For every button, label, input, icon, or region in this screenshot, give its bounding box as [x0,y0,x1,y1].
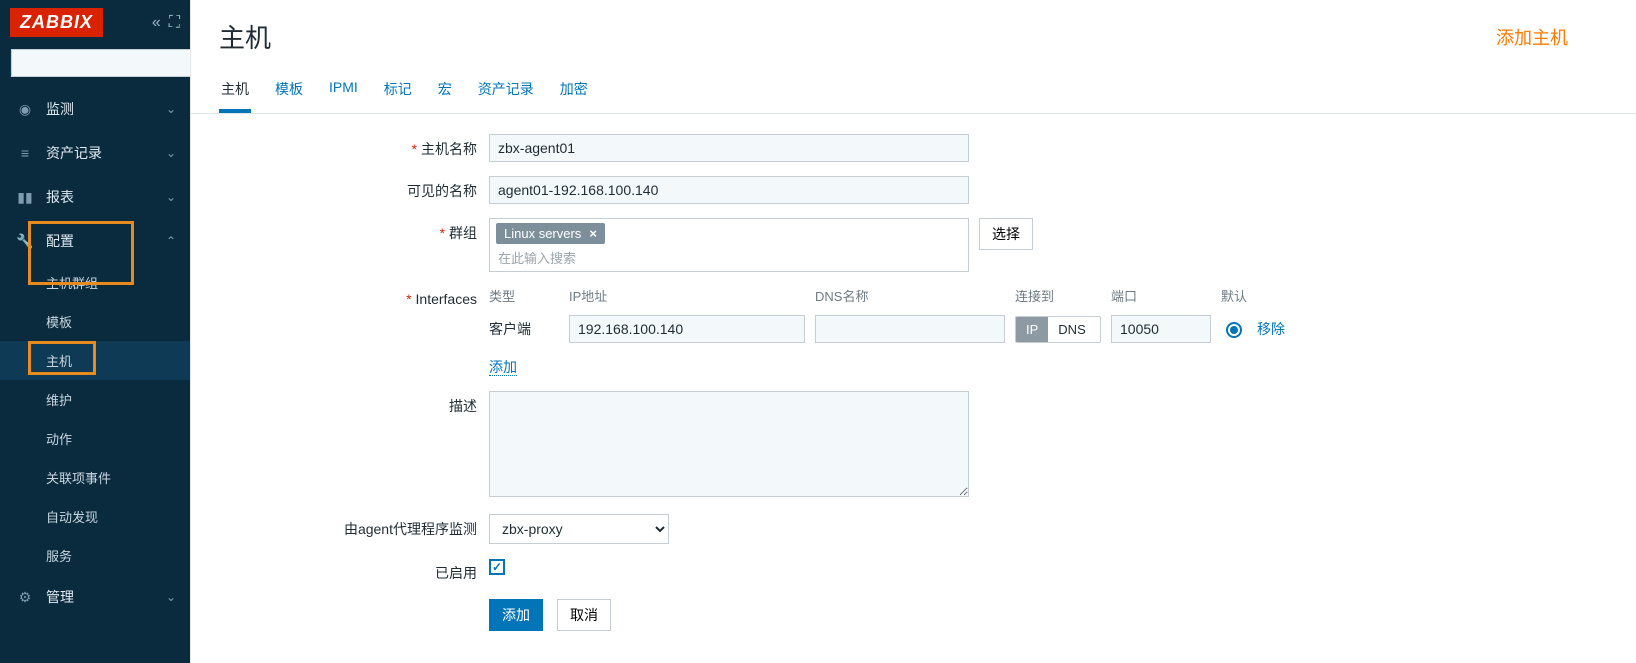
gear-icon: ⚙ [14,589,36,606]
section-label: 管理 [46,587,166,607]
group-tag-label: Linux servers [504,226,581,241]
search-input[interactable] [11,49,210,77]
add-interface-link[interactable]: 添加 [489,359,517,376]
sidebar-item-correlation[interactable]: 关联项事件 [0,458,190,497]
sidebar-section-monitoring[interactable]: ◉ 监测 ⌄ [0,87,190,131]
groups-placeholder: 在此输入搜索 [496,244,962,269]
interfaces-header: 类型 IP地址 DNS名称 连接到 端口 默认 [489,286,1307,311]
sidebar-item-hosts[interactable]: 主机 [0,341,190,380]
col-dns: DNS名称 [815,286,1015,305]
select-groups-button[interactable]: 选择 [979,218,1033,250]
tab-ipmi[interactable]: IPMI [327,73,360,113]
col-type: 类型 [489,286,569,305]
groups-multiselect[interactable]: Linux servers × 在此输入搜索 [489,218,969,272]
sidebar-section-inventory[interactable]: ≡ 资产记录 ⌄ [0,131,190,175]
chevron-down-icon: ⌄ [166,190,176,204]
connect-to-toggle[interactable]: IP DNS [1015,316,1101,343]
default-iface-radio[interactable] [1226,322,1242,338]
collapse-icon[interactable]: « [152,14,161,32]
tab-bar: 主机 模板 IPMI 标记 宏 资产记录 加密 [191,63,1636,114]
section-label: 资产记录 [46,143,166,163]
list-icon: ≡ [14,145,36,161]
sidebar: ZABBIX « ⛶ 🔍 ◉ 监测 ⌄ ≡ 资产记录 ⌄ ▮▮ 报表 ⌄ [0,0,190,663]
label-enabled: 已启用 [435,565,477,581]
chevron-down-icon: ⌄ [166,590,176,604]
label-host-name: 主机名称 [421,141,477,157]
tab-host[interactable]: 主机 [219,73,251,113]
visible-name-input[interactable] [489,176,969,204]
label-visible-name: 可见的名称 [407,183,477,199]
sidebar-item-maintenance[interactable]: 维护 [0,380,190,419]
connect-to-dns[interactable]: DNS [1048,317,1095,342]
description-textarea[interactable] [489,391,969,497]
add-button[interactable]: 添加 [489,599,543,631]
col-conn: 连接到 [1015,286,1111,305]
enabled-checkbox[interactable]: ✓ [489,559,505,575]
col-default: 默认 [1221,286,1257,305]
tab-encryption[interactable]: 加密 [558,73,590,113]
fullscreen-icon[interactable]: ⛶ [169,14,180,32]
label-groups: 群组 [449,225,477,241]
sidebar-section-reports[interactable]: ▮▮ 报表 ⌄ [0,175,190,219]
iface-ip-input[interactable] [569,315,805,343]
connect-to-ip[interactable]: IP [1016,317,1048,342]
sidebar-item-services[interactable]: 服务 [0,536,190,575]
bar-chart-icon: ▮▮ [14,189,36,206]
label-interfaces: Interfaces [416,291,477,307]
section-label: 报表 [46,187,166,207]
host-name-input[interactable] [489,134,969,162]
sidebar-section-configuration[interactable]: 🔧 配置 ⌃ [0,219,190,263]
tab-inventory[interactable]: 资产记录 [476,73,536,113]
iface-type: 客户端 [489,319,569,339]
sidebar-section-admin[interactable]: ⚙ 管理 ⌄ [0,575,190,619]
tab-tags[interactable]: 标记 [382,73,414,113]
proxy-select[interactable]: zbx-proxy [489,514,669,544]
remove-iface-link[interactable]: 移除 [1257,321,1285,337]
tab-templates[interactable]: 模板 [273,73,305,113]
iface-dns-input[interactable] [815,315,1005,343]
label-monitored-by: 由agent代理程序监测 [344,521,477,537]
cancel-button[interactable]: 取消 [557,599,611,631]
wrench-icon: 🔧 [14,233,36,250]
section-label: 配置 [46,231,166,251]
remove-tag-icon[interactable]: × [589,226,597,241]
sidebar-item-templates[interactable]: 模板 [0,302,190,341]
chevron-up-icon: ⌃ [166,234,176,248]
section-label: 监测 [46,99,166,119]
chevron-down-icon: ⌄ [166,146,176,160]
tab-macros[interactable]: 宏 [436,73,454,113]
brand-logo: ZABBIX [10,8,103,37]
col-port: 端口 [1111,286,1221,305]
sidebar-item-discovery[interactable]: 自动发现 [0,497,190,536]
sidebar-item-actions[interactable]: 动作 [0,419,190,458]
interface-row: 客户端 IP DNS 移除 [489,311,1307,347]
sidebar-item-hostgroups[interactable]: 主机群组 [0,263,190,302]
iface-port-input[interactable] [1111,315,1211,343]
chevron-down-icon: ⌄ [166,102,176,116]
add-host-link[interactable]: 添加主机 [1496,24,1608,50]
eye-icon: ◉ [14,101,36,118]
group-tag[interactable]: Linux servers × [496,223,605,244]
col-ip: IP地址 [569,286,815,305]
label-description: 描述 [449,398,477,414]
page-title: 主机 [219,18,271,55]
